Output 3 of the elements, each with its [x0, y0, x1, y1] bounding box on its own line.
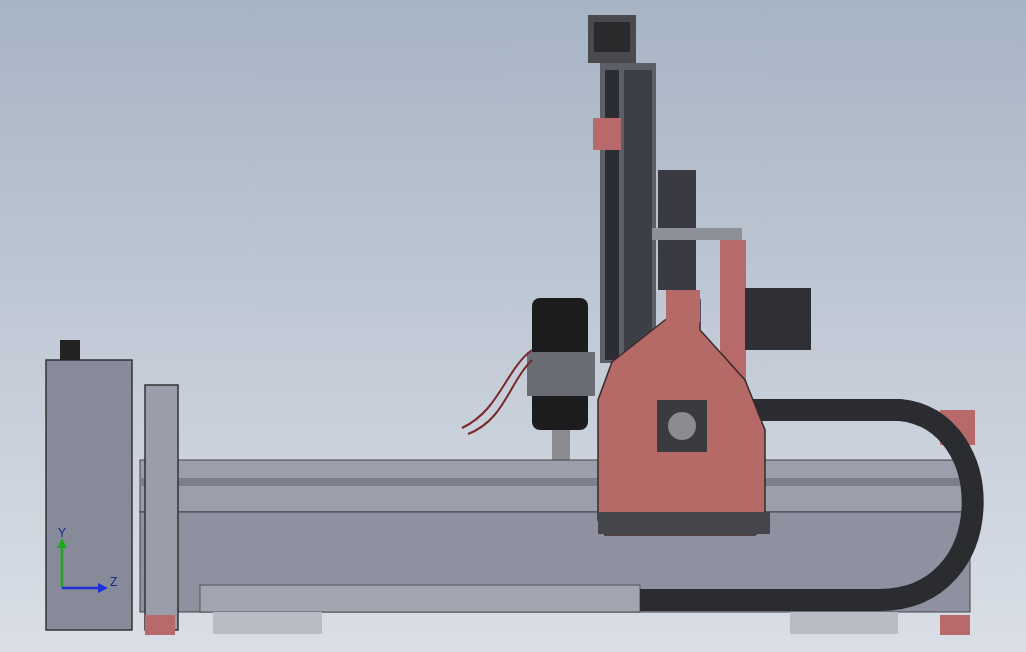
model-viewport[interactable]: Y Z: [0, 0, 1026, 652]
axis-label: Y: [58, 526, 66, 540]
axis-label: Z: [110, 575, 118, 589]
